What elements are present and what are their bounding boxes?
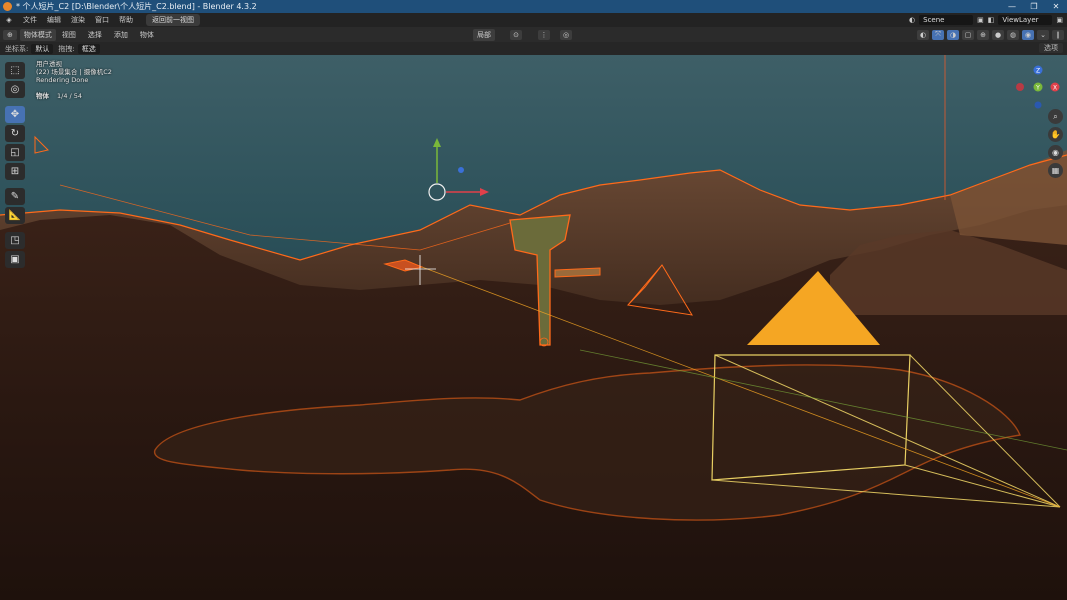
pivot-point-icon[interactable]: ⊙ [510,29,522,40]
add-cube-tool[interactable]: ◳ [5,232,25,249]
ortho-grid-icon[interactable]: ▦ [1048,163,1063,178]
gizmo-toggle-icon[interactable]: ⤧ [932,29,944,40]
select-box-tool[interactable]: ⬚ [5,62,25,79]
view-name: 用户透视 [36,60,62,68]
maximize-button[interactable]: ❐ [1023,0,1045,13]
sidebar-toggle-icon[interactable]: ∥ [1052,29,1064,40]
cursor-tool[interactable]: ◎ [5,81,25,98]
neg-x-axis-icon [1016,83,1024,91]
transform-orientation-dropdown[interactable]: 局部 [473,28,495,41]
header-menu-select[interactable]: 选择 [82,30,108,40]
move-tool[interactable]: ✥ [5,106,25,123]
xray-icon[interactable]: ▢ [962,29,974,40]
measure-tool[interactable]: 📐 [5,207,25,224]
minimize-button[interactable]: — [1001,0,1023,13]
mode-dropdown[interactable]: 物体模式 [19,28,56,41]
editor-type-dropdown[interactable]: ⊕ [3,29,17,40]
rendered-scene[interactable] [0,55,1067,600]
shading-rendered-icon[interactable]: ◉ [1022,29,1034,40]
3d-viewport[interactable]: 用户透视 (22) 场景集合 | 摄像机C2 Rendering Done 物体… [0,55,1067,600]
menu-edit[interactable]: 编辑 [42,15,66,25]
view-layer-icon: ◧ [987,16,995,24]
window-titlebar: * 个人短片_C2 [D:\Blender\个人短片_C2.blend] - B… [0,0,1067,13]
objects-count: 1/4 / 54 [57,92,83,100]
blender-logo-icon[interactable]: ◈ [0,16,18,24]
view-layer-field[interactable]: ViewLayer [998,15,1053,25]
objects-label: 物体 [36,92,49,100]
pan-hand-icon[interactable]: ✋ [1048,127,1063,142]
options-dropdown[interactable]: 选项 [1039,43,1063,53]
shading-material-icon[interactable]: ◍ [1007,29,1019,40]
scene-icon: ◐ [909,16,916,24]
zoom-icon[interactable]: ⌕ [1048,109,1063,124]
header-menu-object[interactable]: 物体 [134,30,160,40]
navigation-gizmo[interactable]: Z Y X [1003,59,1063,109]
drag-dropdown[interactable]: 框选 [77,43,100,54]
overlay-toggle-icon[interactable]: ◑ [947,29,959,40]
navigation-buttons: ⌕ ✋ ◉ ▦ [1048,109,1063,178]
render-status: Rendering Done [36,76,89,84]
drag-label: 拖拽: [58,44,75,53]
z-axis-label: Z [1036,68,1040,75]
menu-render[interactable]: 渲染 [66,15,90,25]
back-to-previous-button[interactable]: 返回前一视图 [146,14,200,26]
scale-tool[interactable]: ◱ [5,144,25,161]
shading-wireframe-icon[interactable]: ⊕ [977,29,989,40]
transform-tool[interactable]: ⊞ [5,163,25,180]
window-title: * 个人短片_C2 [D:\Blender\个人短片_C2.blend] - B… [16,2,257,11]
rotate-tool[interactable]: ↻ [5,125,25,142]
shading-options-icon[interactable]: ⌄ [1037,29,1049,40]
orientation-dropdown[interactable]: 默认 [31,43,54,54]
add-object-tool[interactable]: ▣ [5,251,25,268]
window-controls: — ❐ ✕ [1001,0,1067,13]
viewport-info-overlay: 用户透视 (22) 场景集合 | 摄像机C2 Rendering Done 物体… [36,60,112,100]
blender-app-icon [3,2,12,11]
menu-file[interactable]: 文件 [18,15,42,25]
orientation-label: 坐标系: [5,44,29,53]
top-menu-bar: ◈ 文件 编辑 渲染 窗口 帮助 返回前一视图 ◐ Scene ▣ ◧ View… [0,13,1067,27]
tower-arm [554,267,601,278]
header-menu-view[interactable]: 视图 [56,30,82,40]
header-menu-add[interactable]: 添加 [108,30,134,40]
visibility-icon[interactable]: ◐ [917,29,929,40]
new-view-layer-icon[interactable]: ▣ [1056,16,1063,24]
new-scene-icon[interactable]: ▣ [977,16,984,24]
neg-z-axis-icon [1034,101,1042,109]
shading-solid-icon[interactable]: ● [992,29,1004,40]
x-axis-label: X [1053,85,1057,92]
snap-icon[interactable]: ⋮ [538,29,550,40]
viewport-header: ⊕ 物体模式 视图 选择 添加 物体 局部 ⊙ ⋮ ◎ ◐ ⤧ ◑ ▢ ⊕ ● … [0,27,1067,42]
scene-field[interactable]: Scene [919,15,974,25]
y-axis-label: Y [1035,85,1040,92]
object-count: 物体 1/4 / 54 [36,92,112,100]
menu-help[interactable]: 帮助 [114,15,138,25]
camera-view-icon[interactable]: ◉ [1048,145,1063,160]
toolbar: ⬚ ◎ ✥ ↻ ◱ ⊞ ✎ 📐 ◳ ▣ [5,62,25,268]
proportional-edit-icon[interactable]: ◎ [560,29,572,40]
collection-line: (22) 场景集合 | 摄像机C2 [36,68,112,76]
close-button[interactable]: ✕ [1045,0,1067,13]
tool-settings-bar: 坐标系: 默认 拖拽: 框选 选项 [0,42,1067,55]
menu-window[interactable]: 窗口 [90,15,114,25]
annotate-tool[interactable]: ✎ [5,188,25,205]
